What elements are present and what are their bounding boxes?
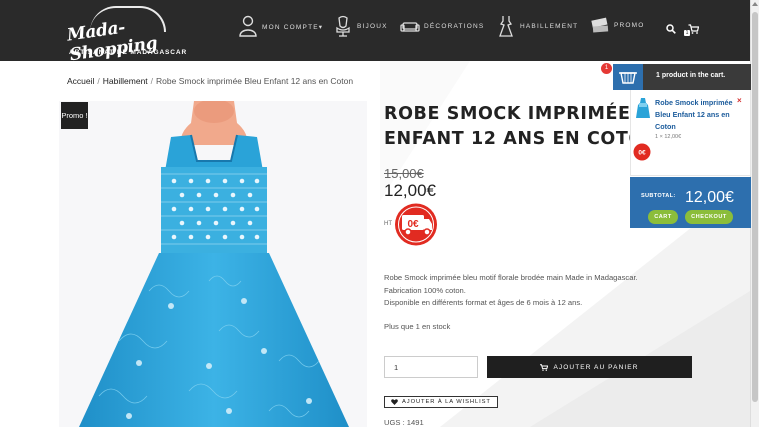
description-line: Fabrication 100% coton. [384, 285, 466, 295]
delivery-badge-label: 0€ [407, 219, 419, 230]
add-to-cart-button[interactable]: Ajouter au panier [487, 356, 692, 378]
logo-tagline: ARTISANAT DE MADAGASCAR [69, 49, 188, 56]
subtotal-amount: 12,00€ [685, 189, 734, 206]
breadcrumb: Accueil / Habillement / Robe Smock imprimée … [67, 76, 353, 86]
nav-habillement[interactable]: Habillement [496, 14, 578, 38]
mini-cart-item-thumbnail[interactable] [635, 97, 651, 119]
nav-decorations[interactable]: Décorations [400, 14, 484, 38]
dress-icon [499, 16, 513, 37]
mini-cart-summary: 1 product in the cart. [656, 72, 726, 79]
product-title-line: ENFANT 12 ANS EN COTON [384, 129, 660, 149]
subtotal-label: SUBTOTAL: [641, 193, 676, 199]
current-price: 12,00€ [384, 181, 436, 200]
view-cart-button[interactable]: CART [648, 210, 678, 224]
product-title: ROBE SMOCK IMPRIMÉE BLEU ENFANT 12 ANS E… [384, 102, 691, 152]
heart-icon [391, 399, 398, 405]
wishlist-button[interactable]: Ajouter à la wishlist [384, 396, 498, 408]
nav-promo[interactable]: Promo [590, 13, 645, 37]
basket-icon [619, 72, 637, 84]
site-header: Mada-Shopping ARTISANAT DE MADAGASCAR Mo… [0, 0, 759, 65]
nav-label: Décorations [424, 23, 485, 30]
mini-cart-count: 1 [601, 63, 612, 74]
remove-item-icon[interactable]: × [737, 96, 742, 105]
cart-count-badge: 1 [684, 30, 690, 36]
scroll-up-arrow[interactable] [752, 2, 758, 6]
breadcrumb-category[interactable]: Habillement [103, 76, 148, 86]
product-sku: UGS : 1491 [384, 418, 424, 427]
nav-label: Promo [614, 22, 645, 29]
description-line: Disponible en différents format et âges … [384, 298, 583, 308]
page-scrollbar[interactable] [750, 0, 759, 427]
logo-text: Mada-Shopping [65, 17, 159, 66]
product-title-line: ROBE SMOCK IMPRIMÉE BLEU [384, 104, 691, 124]
promo-badge: Promo ! [61, 102, 88, 129]
mini-cart-basket: 1 [601, 63, 643, 90]
scrollbar-thumb[interactable] [752, 12, 758, 402]
free-delivery-mini-badge: 0€ [633, 143, 651, 161]
ht-label: HT [384, 221, 392, 227]
nav-label: Habillement [520, 23, 579, 30]
product-image[interactable] [59, 101, 367, 427]
jewelry-bust-icon [336, 15, 350, 37]
mini-cart-item-name[interactable]: Robe Smock imprimée Bleu Enfant 12 ans e… [655, 97, 735, 133]
add-to-cart-label: Ajouter au panier [553, 363, 639, 371]
breadcrumb-separator: / [150, 76, 154, 86]
checkout-button[interactable]: CHECKOUT [685, 210, 733, 224]
nav-label: Bijoux [357, 23, 388, 30]
wishlist-label: Ajouter à la wishlist [402, 399, 491, 405]
quantity-input[interactable] [384, 356, 478, 378]
header-actions [666, 24, 699, 34]
breadcrumb-home[interactable]: Accueil [67, 76, 94, 86]
product-description: Robe Smock imprimée bleu motif florale b… [384, 272, 684, 310]
chevron-down-icon: ▾ [318, 24, 324, 31]
mini-cart-header[interactable]: 1 1 product in the cart. [601, 63, 751, 90]
user-icon [239, 15, 257, 37]
nav-label: Mon compte [262, 24, 319, 31]
mini-cart-subtotal: SUBTOTAL: 12,00€ CART CHECKOUT [630, 177, 751, 228]
sofa-icon [400, 22, 420, 32]
promo-tag-icon [591, 17, 609, 33]
mini-badge-label: 0€ [638, 150, 646, 157]
search-icon[interactable] [666, 24, 676, 34]
nav-bijoux[interactable]: Bijoux [333, 14, 388, 38]
mini-cart-items: Robe Smock imprimée Bleu Enfant 12 ans e… [630, 90, 751, 176]
breadcrumb-separator: / [97, 76, 100, 86]
free-delivery-badge: 0€ [395, 203, 437, 246]
description-line: Robe Smock imprimée bleu motif florale b… [384, 273, 638, 282]
cart-icon [540, 363, 549, 371]
stock-status: Plus que 1 en stock [384, 322, 451, 331]
site-logo[interactable]: Mada-Shopping ARTISANAT DE MADAGASCAR [66, 2, 186, 65]
nav-mon-compte[interactable]: Mon compte▾ [238, 14, 323, 38]
mini-cart-item-qty: 1 × 12,00€ [655, 134, 682, 140]
breadcrumb-current: Robe Smock imprimée Bleu Enfant 12 ans e… [156, 76, 354, 86]
old-price: 15,00€ [384, 166, 424, 181]
